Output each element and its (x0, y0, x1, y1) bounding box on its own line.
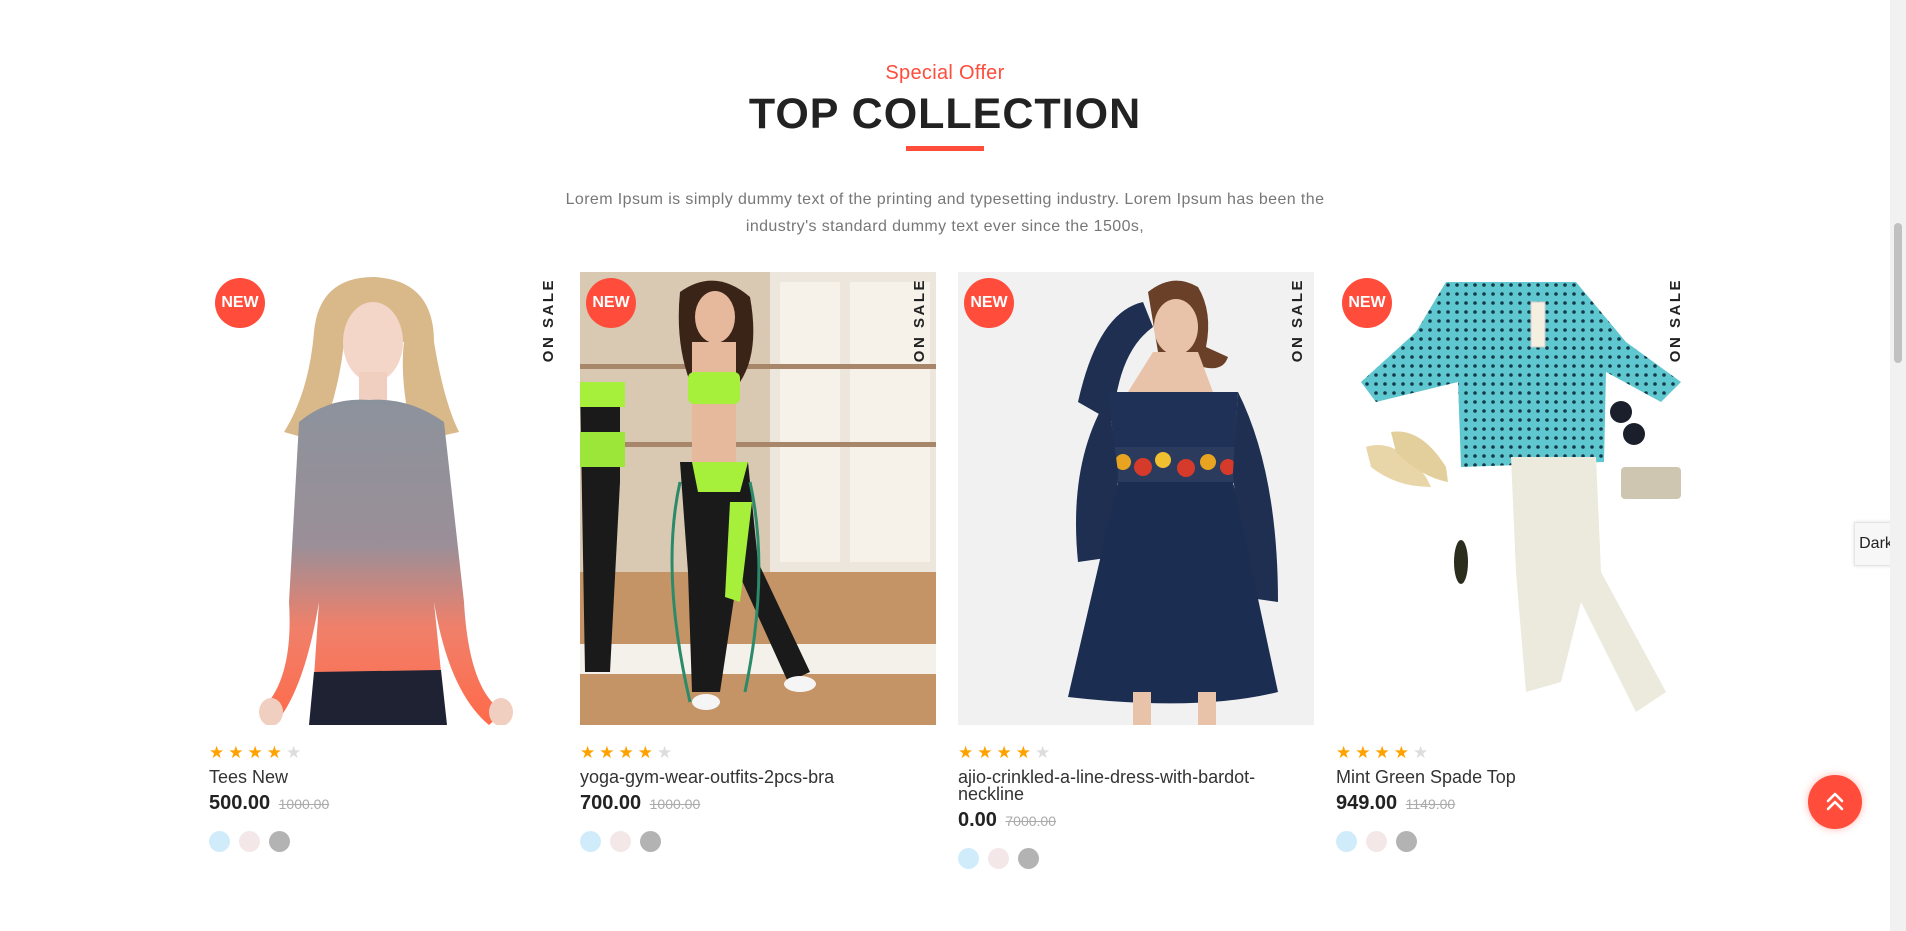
star-empty-icon: ★ (286, 743, 306, 762)
on-sale-label: ON SALE (1667, 278, 1684, 363)
product-name[interactable]: Tees New (209, 768, 565, 786)
yoga-gym-outfit-photo (580, 272, 936, 725)
section-description: Lorem Ipsum is simply dummy text of the … (565, 191, 1325, 235)
star-icon: ★ (996, 743, 1016, 762)
product-price: 949.00 (1336, 792, 1398, 814)
star-icon: ★ (1355, 743, 1375, 762)
product-old-price: 7000.00 (1005, 813, 1056, 829)
product-image[interactable]: NEW ON SALE (958, 272, 1314, 725)
color-swatch-light-blue[interactable] (958, 848, 979, 869)
vertical-scrollbar[interactable] (1890, 0, 1906, 931)
star-rating: ★★★★★ (1336, 743, 1692, 762)
back-to-top-button[interactable] (1808, 775, 1862, 829)
star-rating: ★★★★★ (209, 743, 565, 762)
star-icon: ★ (266, 743, 286, 762)
star-icon: ★ (977, 743, 997, 762)
product-card[interactable]: NEW ON SALE (1336, 272, 1692, 852)
on-sale-label: ON SALE (1289, 278, 1306, 363)
color-swatch-light-pink[interactable] (610, 831, 631, 852)
product-image[interactable]: NEW ON SALE (209, 272, 565, 725)
star-icon: ★ (247, 743, 267, 762)
color-swatch-light-pink[interactable] (1366, 831, 1387, 852)
product-old-price: 1000.00 (278, 796, 330, 812)
color-swatch-grey[interactable] (1018, 848, 1039, 869)
star-icon: ★ (958, 743, 978, 762)
price-row: 700.00 1000.00 (580, 792, 936, 815)
color-swatch-light-blue[interactable] (580, 831, 601, 852)
double-chevron-up-icon (1826, 792, 1844, 811)
grey-coral-top-photo (209, 272, 565, 725)
star-icon: ★ (1374, 743, 1394, 762)
star-icon: ★ (618, 743, 638, 762)
section-subtitle: Special Offer (885, 62, 1005, 84)
star-icon: ★ (1015, 743, 1035, 762)
star-icon: ★ (1393, 743, 1413, 762)
color-swatches (209, 831, 565, 852)
scrollbar-thumb[interactable] (1894, 223, 1902, 363)
product-image[interactable]: NEW ON SALE (1336, 272, 1692, 725)
star-icon: ★ (228, 743, 248, 762)
product-card[interactable]: NEW ON SALE (209, 272, 565, 852)
color-swatch-grey[interactable] (1396, 831, 1417, 852)
on-sale-label: ON SALE (540, 278, 557, 363)
product-name[interactable]: ajio-crinkled-a-line-dress-with-bardot-n… (958, 768, 1288, 803)
mint-spade-top-flatlay-photo (1336, 272, 1692, 725)
product-name[interactable]: Mint Green Spade Top (1336, 768, 1692, 786)
product-image[interactable]: NEW ON SALE (580, 272, 936, 725)
star-icon: ★ (209, 743, 229, 762)
new-badge: NEW (586, 278, 636, 328)
color-swatches (958, 848, 1314, 869)
star-rating: ★★★★★ (580, 743, 936, 762)
star-icon: ★ (1336, 743, 1356, 762)
color-swatch-light-pink[interactable] (988, 848, 1009, 869)
star-icon: ★ (599, 743, 619, 762)
color-swatch-light-blue[interactable] (209, 831, 230, 852)
color-swatch-grey[interactable] (269, 831, 290, 852)
page: Special Offer TOP COLLECTION Lorem Ipsum… (0, 0, 1906, 931)
section-title: TOP COLLECTION (748, 90, 1142, 138)
star-empty-icon: ★ (1413, 743, 1433, 762)
title-underline (906, 146, 984, 151)
star-rating: ★★★★★ (958, 743, 1314, 762)
product-old-price: 1000.00 (649, 796, 701, 812)
product-price: 500.00 (209, 792, 271, 814)
star-icon: ★ (637, 743, 657, 762)
product-card[interactable]: NEW ON SALE (958, 272, 1314, 869)
color-swatch-light-blue[interactable] (1336, 831, 1357, 852)
price-row: 949.00 1149.00 (1336, 792, 1692, 815)
color-swatch-grey[interactable] (640, 831, 661, 852)
price-row: 500.00 1000.00 (209, 792, 565, 815)
product-old-price: 1149.00 (1405, 796, 1456, 812)
navy-bardot-dress-photo (958, 272, 1314, 725)
new-badge: NEW (215, 278, 265, 328)
color-swatch-light-pink[interactable] (239, 831, 260, 852)
star-icon: ★ (580, 743, 600, 762)
new-badge: NEW (1342, 278, 1392, 328)
new-badge: NEW (964, 278, 1014, 328)
color-swatches (1336, 831, 1692, 852)
on-sale-label: ON SALE (911, 278, 928, 363)
product-card[interactable]: NEW ON SALE (580, 272, 936, 852)
product-price: 0.00 (958, 809, 997, 831)
price-row: 0.00 7000.00 (958, 809, 1314, 832)
star-empty-icon: ★ (1035, 743, 1055, 762)
product-price: 700.00 (580, 792, 642, 814)
star-empty-icon: ★ (657, 743, 677, 762)
product-name[interactable]: yoga-gym-wear-outfits-2pcs-bra (580, 768, 936, 786)
color-swatches (580, 831, 936, 852)
